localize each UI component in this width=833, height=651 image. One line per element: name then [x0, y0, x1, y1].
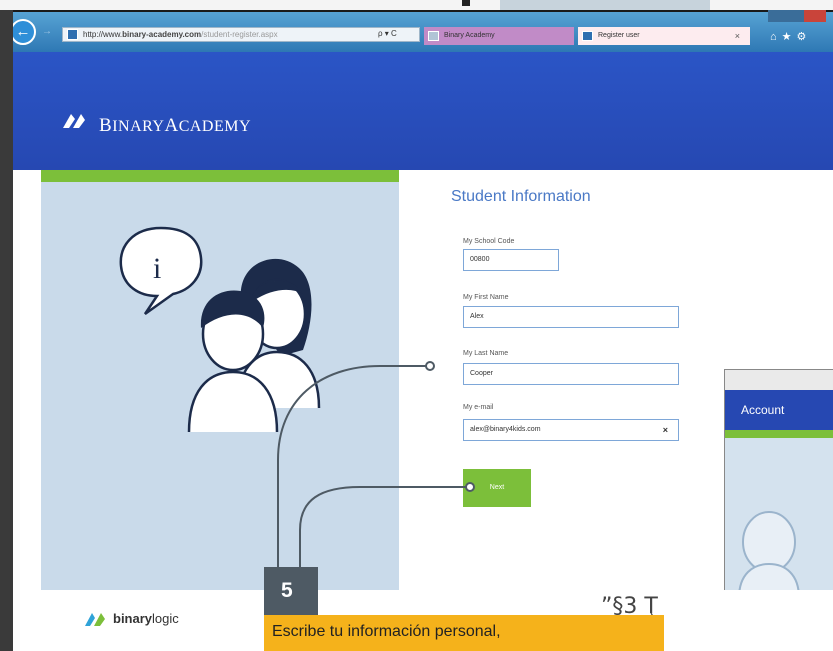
account-accent-bar [725, 430, 833, 438]
form-title: Student Information [451, 188, 591, 205]
panel-accent-bar [41, 170, 399, 182]
url-host: binary-academy.com [122, 30, 202, 39]
url-prefix: http://www. [83, 30, 123, 39]
monitor-edge [0, 10, 13, 651]
address-bar[interactable]: http://www.binary-academy.com/student-re… [62, 27, 420, 42]
last-name-field[interactable]: Cooper [463, 363, 679, 385]
illustration-panel: i [41, 170, 399, 600]
window-controls [768, 10, 826, 22]
step-number-badge: 5 [264, 567, 318, 615]
clear-icon[interactable]: × [663, 420, 668, 440]
info-symbol-icon: i [153, 252, 161, 285]
email-value: alex@binary4kids.com [470, 426, 541, 433]
email-field[interactable]: alex@binary4kids.com × [463, 419, 679, 441]
next-button[interactable]: Next [463, 469, 531, 507]
tab-binary-academy[interactable]: Binary Academy [424, 27, 574, 45]
account-header: Account [725, 390, 833, 430]
decorative-box [500, 0, 710, 10]
binary-academy-logo-icon [63, 114, 85, 128]
forward-arrow-icon[interactable]: → [42, 25, 54, 39]
tab-label: Register user [598, 32, 640, 39]
first-name-label: My First Name [463, 294, 509, 301]
last-name-label: My Last Name [463, 350, 509, 357]
web-page: BINARYACADEMY i Student Information My S… [13, 52, 833, 651]
back-arrow-icon[interactable]: ← [10, 19, 36, 45]
site-favicon-icon [67, 29, 78, 40]
second-window-titlebar [725, 370, 833, 390]
school-code-label: My School Code [463, 238, 515, 245]
tab-label: Binary Academy [444, 32, 495, 39]
tab-register-user[interactable]: Register user × [578, 27, 750, 45]
account-illustration [738, 511, 800, 598]
school-code-field[interactable]: 00800 [463, 249, 559, 271]
callout-text: Escribe tu información personal, [264, 615, 664, 651]
binarylogic-brand: binarylogic [113, 611, 179, 626]
tab-favicon-icon [582, 31, 593, 41]
students-illustration: i [119, 226, 321, 433]
site-header: BINARYACADEMY [13, 52, 833, 170]
tab-favicon-icon [428, 31, 439, 41]
email-label: My e-mail [463, 404, 494, 411]
url-path: /student-register.aspx [201, 30, 278, 39]
home-favorites-settings-icons[interactable]: ⌂★⚙ [770, 30, 811, 43]
address-actions-icons[interactable]: ρ ▾ C [378, 29, 397, 38]
second-window: Account [724, 369, 833, 609]
brand-name: BINARYACADEMY [99, 115, 252, 136]
binarylogic-logo-icon [85, 613, 105, 626]
first-name-field[interactable]: Alex [463, 306, 679, 328]
browser-chrome: ← → http://www.binary-academy.com/studen… [0, 10, 833, 52]
decorative-bar [462, 0, 470, 6]
window-close-button[interactable] [804, 10, 826, 22]
tab-close-icon[interactable]: × [735, 27, 740, 45]
